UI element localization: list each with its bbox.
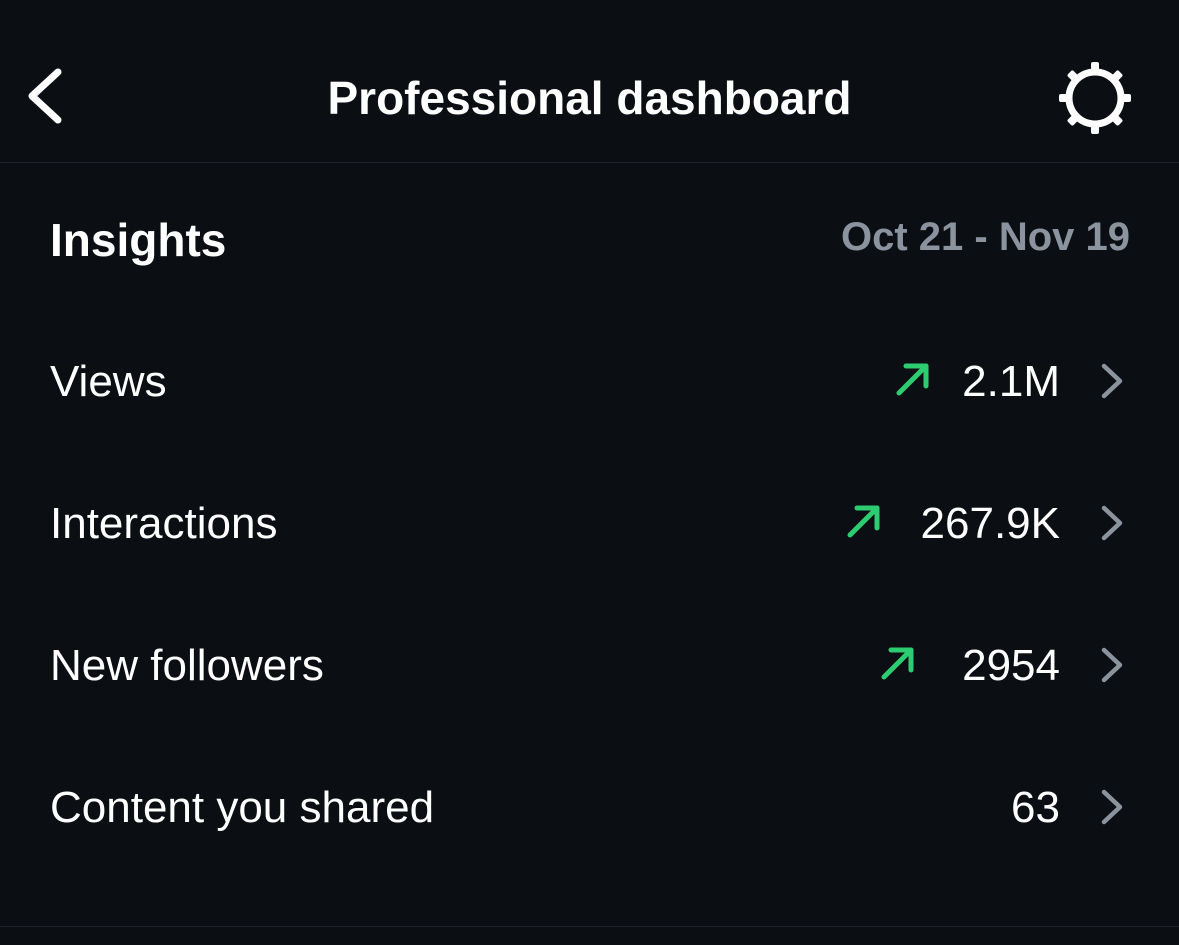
- chevron-right-icon: [1101, 647, 1123, 683]
- row-label: Interactions: [50, 499, 278, 548]
- settings-button[interactable]: [1055, 58, 1135, 138]
- header-bar: Professional dashboard: [0, 0, 1179, 163]
- date-range: Oct 21 - Nov 19: [840, 215, 1130, 259]
- insights-header: Insights Oct 21 - Nov 19: [50, 210, 1130, 270]
- row-label: New followers: [50, 641, 324, 690]
- divider: [0, 926, 1179, 927]
- row-label: Content you shared: [50, 783, 435, 832]
- trend-up-icon: [881, 647, 914, 680]
- gear-icon: [1059, 62, 1131, 134]
- row-new-followers[interactable]: New followers 2954: [0, 611, 1179, 721]
- row-value: 267.9K: [920, 499, 1060, 548]
- row-label: Views: [50, 357, 167, 406]
- row-content-shared[interactable]: Content you shared 63: [0, 753, 1179, 863]
- page-title: Professional dashboard: [327, 72, 852, 124]
- row-value: 2954: [962, 641, 1060, 690]
- chevron-right-icon: [1101, 363, 1123, 399]
- trend-up-icon: [847, 505, 880, 538]
- row-value: 2.1M: [962, 357, 1060, 406]
- row-interactions[interactable]: Interactions 267.9K: [0, 469, 1179, 579]
- row-value: 63: [1011, 783, 1060, 832]
- chevron-right-icon: [1101, 789, 1123, 825]
- trend-up-icon: [896, 363, 929, 396]
- chevron-right-icon: [1101, 505, 1123, 541]
- row-views[interactable]: Views 2.1M: [0, 327, 1179, 437]
- section-title: Insights: [50, 214, 227, 266]
